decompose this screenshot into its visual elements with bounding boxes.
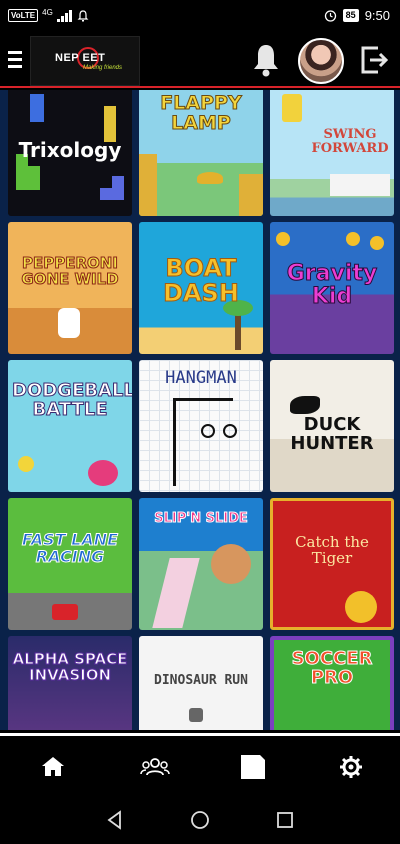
bottom-navigation [0,733,400,795]
game-tile-pepperoni-gone-wild[interactable]: PEPPERONI GONE WILD [8,222,132,354]
game-tile-swing-forward[interactable]: SWING FORWARD [270,90,394,216]
game-tile-fast-lane-racing[interactable]: FAST LANE RACING [8,498,132,630]
signal-icon [56,9,72,22]
game-tile-flappy-lamp[interactable]: FLAPPY LAMP [139,90,263,216]
app-header: NEP EET Making friends [0,34,400,88]
people-icon [140,758,170,776]
game-tile-hangman[interactable]: HANGMAN [139,360,263,492]
game-title: HANGMAN [165,368,237,388]
game-title: DUCK HUNTER [290,414,374,454]
battery-indicator: 85 [342,9,359,22]
system-home-button[interactable] [189,809,211,831]
clock: 9:50 [364,8,390,23]
volte-indicator: VoLTE [8,9,39,22]
game-tile-gravity-kid[interactable]: Gravity Kid [270,222,394,354]
game-tile-dodgeball-battle[interactable]: DODGEBALL BATTLE [8,360,132,492]
nav-friends-button[interactable] [140,752,170,782]
alarm-icon [324,10,336,22]
logout-icon [361,46,389,74]
logo-wordmark: NEP EET [55,52,106,64]
games-grid-area[interactable]: Trixology FLAPPY LAMP SWING FORWARD PEPP… [0,90,400,730]
notifications-button[interactable] [250,42,282,78]
recents-square-icon [277,812,293,828]
game-tile-boat-dash[interactable]: BOAT DASH [139,222,263,354]
game-title: Trixology [18,138,122,162]
game-title: PEPPERONI GONE WILD [21,254,119,288]
menu-icon [8,51,22,68]
system-recents-button[interactable] [274,809,296,831]
game-tile-catch-the-tiger[interactable]: Catch the Tiger [270,498,394,630]
status-right: 85 9:50 [324,8,390,23]
game-title: SLIP'N SLIDE [154,511,249,526]
notification-bell-icon [77,9,89,21]
game-title: SOCCER PRO [291,648,373,688]
game-title: DODGEBALL BATTLE [12,380,133,420]
home-circle-icon [191,811,209,829]
nav-games-button[interactable] [238,752,268,782]
nav-home-button[interactable] [38,752,68,782]
game-title: DINOSAUR RUN [154,673,248,688]
game-tile-slip-n-slide[interactable]: SLIP'N SLIDE [139,498,263,630]
menu-button[interactable] [6,48,26,72]
status-left: VoLTE 4G [8,7,89,22]
game-title: Catch the Tiger [295,533,369,567]
status-bar: VoLTE 4G 85 9:50 [0,0,400,34]
game-title: SWING FORWARD [311,127,389,156]
game-title: BOAT DASH [163,254,240,308]
nav-settings-button[interactable] [336,752,366,782]
game-tile-soccer-pro[interactable]: SOCCER PRO [270,636,394,730]
game-title: Gravity Kid [286,261,378,310]
game-tile-dinosaur-run[interactable]: DINOSAUR RUN [139,636,263,730]
game-title: FAST LANE RACING [21,530,119,566]
game-title: FLAPPY LAMP [160,92,242,134]
avatar[interactable] [298,38,344,84]
home-icon [42,757,64,776]
system-back-button[interactable] [104,809,126,831]
game-tile-trixology[interactable]: Trixology [8,90,132,216]
games-grid: Trixology FLAPPY LAMP SWING FORWARD PEPP… [8,90,394,730]
gear-icon [340,756,362,778]
games-icon [241,755,265,779]
app-logo[interactable]: NEP EET Making friends [30,36,140,86]
game-tile-duck-hunter[interactable]: DUCK HUNTER [270,360,394,492]
bell-icon [254,45,278,77]
back-triangle-icon [107,810,121,830]
logout-button[interactable] [358,44,390,76]
network-type: 4G [42,7,53,17]
system-navigation-bar [0,795,400,844]
game-tile-alpha-space-invasion[interactable]: ALPHA SPACE INVASION [8,636,132,730]
logo-tagline: Making friends [83,65,123,71]
game-title: ALPHA SPACE INVASION [12,650,128,684]
